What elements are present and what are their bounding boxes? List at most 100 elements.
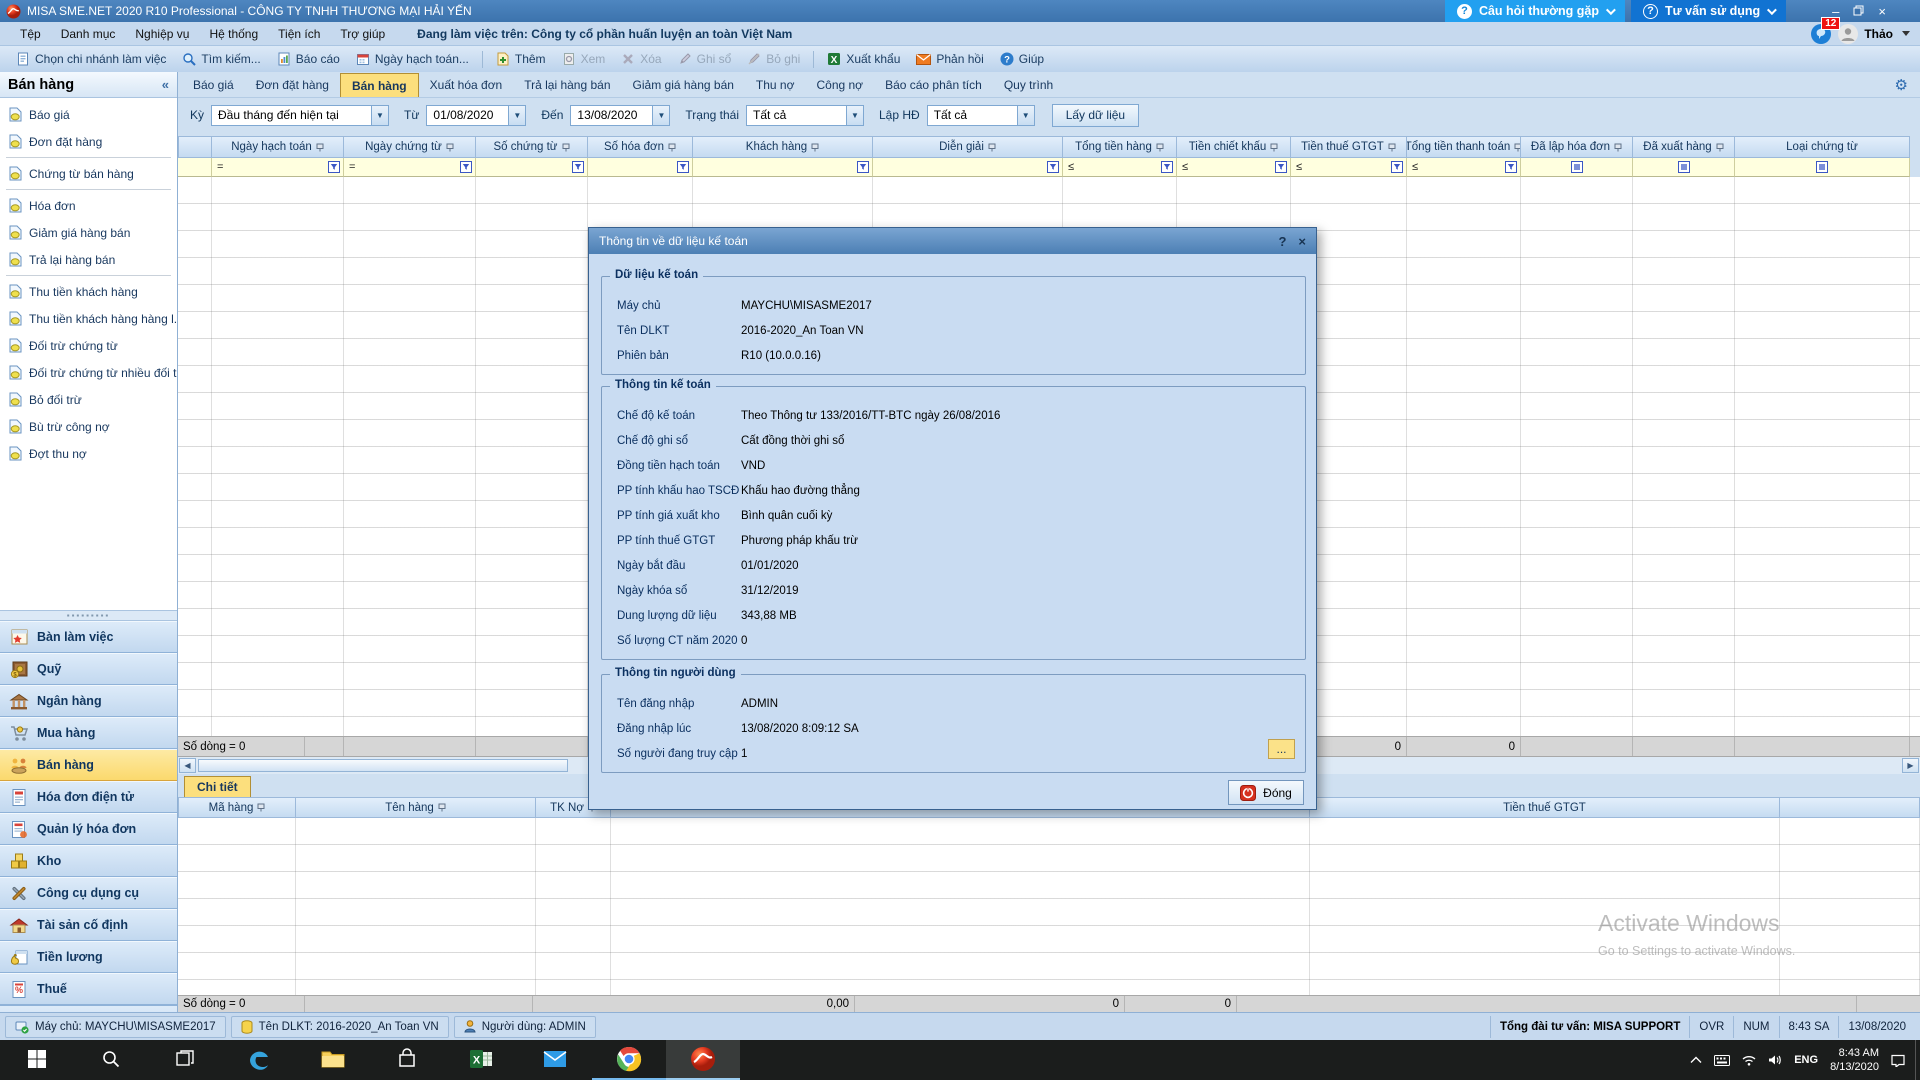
scrollbar-thumb[interactable]: [198, 759, 568, 772]
mail-icon[interactable]: [518, 1040, 592, 1080]
show-desktop-button[interactable]: [1915, 1040, 1920, 1080]
grid-column-header[interactable]: Tiền chiết khấu: [1177, 136, 1291, 158]
grid-filter-cell[interactable]: [588, 158, 693, 177]
faq-button[interactable]: ? Câu hỏi thường gặp: [1445, 0, 1625, 22]
menu-tep[interactable]: Tệp: [10, 24, 51, 44]
tab-8[interactable]: Công nợ: [805, 73, 874, 97]
status-select[interactable]: Tất cả▼: [746, 105, 864, 126]
grid-column-header[interactable]: Ngày hạch toán: [212, 136, 344, 158]
collapse-sidebar-button[interactable]: «: [162, 77, 169, 92]
funnel-icon[interactable]: [1391, 161, 1403, 173]
language-indicator[interactable]: ENG: [1794, 1054, 1818, 1066]
funnel-icon[interactable]: [677, 161, 689, 173]
invoice-select[interactable]: Tất cả▼: [927, 105, 1035, 126]
scroll-right-button[interactable]: ▶: [1902, 758, 1919, 773]
detail-column-header[interactable]: Tiền thuế GTGT: [1310, 797, 1780, 818]
tab-9[interactable]: Báo cáo phân tích: [874, 73, 993, 97]
dropdown-arrow-icon[interactable]: ▼: [508, 106, 525, 125]
sidebar-module-e-invoice[interactable]: Hóa đơn điện tử: [0, 781, 177, 813]
fetch-data-button[interactable]: Lấy dữ liệu: [1052, 104, 1139, 127]
scroll-left-button[interactable]: ◀: [179, 758, 196, 773]
sidebar-module-fixed-asset[interactable]: Tài sản cố định: [0, 909, 177, 941]
tab-10[interactable]: Quy trình: [993, 73, 1064, 97]
network-icon[interactable]: [1742, 1055, 1756, 1066]
file-explorer-icon[interactable]: [296, 1040, 370, 1080]
grid-filter-cell[interactable]: [1521, 158, 1633, 177]
toolbar-button-branch[interactable]: Chọn chi nhánh làm việc: [8, 49, 174, 69]
tab-7[interactable]: Thu nợ: [745, 73, 806, 97]
restore-button[interactable]: [1853, 4, 1864, 19]
detail-column-header[interactable]: Mã hàng: [178, 797, 296, 818]
dialog-help-button[interactable]: ?: [1278, 234, 1286, 249]
tab-chi-tiet[interactable]: Chi tiết: [184, 776, 251, 797]
menu-tien-ich[interactable]: Tiện ích: [268, 24, 330, 44]
sidebar-item[interactable]: Chứng từ bán hàng: [0, 160, 177, 187]
grid-column-header[interactable]: Diễn giải: [873, 136, 1063, 158]
filter-check-icon[interactable]: [1678, 161, 1690, 173]
menu-he-thong[interactable]: Hệ thống: [199, 24, 268, 44]
misa-app-icon[interactable]: [666, 1040, 740, 1080]
sidebar-module-tax[interactable]: %Thuế: [0, 973, 177, 1005]
filter-check-icon[interactable]: [1571, 161, 1583, 173]
tray-expand-icon[interactable]: [1690, 1056, 1702, 1064]
dropdown-arrow-icon[interactable]: ▼: [846, 106, 863, 125]
grid-column-header[interactable]: Số hóa đơn: [588, 136, 693, 158]
grid-filter-cell[interactable]: =: [212, 158, 344, 177]
menu-tro-giup[interactable]: Trợ giúp: [330, 24, 395, 44]
dialog-close-button[interactable]: ×: [1298, 234, 1306, 249]
support-button[interactable]: ? Tư vấn sử dụng: [1631, 0, 1786, 22]
detail-grid-rows-area[interactable]: [178, 818, 1920, 995]
sidebar-item[interactable]: Thu tiền khách hàng: [0, 278, 177, 305]
funnel-icon[interactable]: [1161, 161, 1173, 173]
grid-filter-cell[interactable]: [476, 158, 588, 177]
avatar[interactable]: [1838, 24, 1858, 44]
more-button[interactable]: ...: [1268, 739, 1295, 759]
menu-nghiep-vu[interactable]: Nghiệp vụ: [125, 24, 199, 44]
sidebar-module-warehouse[interactable]: Kho: [0, 845, 177, 877]
sidebar-module-bank[interactable]: Ngân hàng: [0, 685, 177, 717]
sidebar-module-tools[interactable]: Công cụ dụng cụ: [0, 877, 177, 909]
tab-4[interactable]: Xuất hóa đơn: [419, 73, 514, 97]
grid-filter-cell[interactable]: [1735, 158, 1910, 177]
toolbar-button-calendar[interactable]: Ngày hạch toán...: [348, 49, 477, 69]
dropdown-arrow-icon[interactable]: ▼: [652, 106, 669, 125]
toolbar-button-excel[interactable]: XXuất khẩu: [819, 49, 908, 69]
user-menu[interactable]: Thảo: [1864, 27, 1893, 41]
dong-close-button[interactable]: Đóng: [1228, 780, 1304, 805]
sidebar-module-payroll[interactable]: Tiền lương: [0, 941, 177, 973]
sidebar-splitter[interactable]: ▪▪▪▪▪▪▪▪▪: [0, 610, 177, 621]
to-date-input[interactable]: 13/08/2020▼: [570, 105, 670, 126]
gear-icon[interactable]: ⚙: [1895, 76, 1908, 94]
sidebar-module-sales[interactable]: Bán hàng: [0, 749, 177, 781]
grid-column-header[interactable]: Đã xuất hàng: [1633, 136, 1735, 158]
dropdown-arrow-icon[interactable]: ▼: [371, 106, 388, 125]
sidebar-item[interactable]: Đối trừ chứng từ: [0, 332, 177, 359]
tab-1[interactable]: Báo giá: [182, 73, 245, 97]
sidebar-module-invoice-mgmt[interactable]: Quản lý hóa đơn: [0, 813, 177, 845]
sidebar-module-cash-safe[interactable]: $Quỹ: [0, 653, 177, 685]
toolbar-button-feedback[interactable]: Phản hồi: [908, 49, 991, 69]
tab-3[interactable]: Bán hàng: [340, 73, 419, 97]
sidebar-item[interactable]: Đợt thu nợ: [0, 440, 177, 467]
sidebar-item[interactable]: Trả lại hàng bán: [0, 246, 177, 273]
microsoft-store-icon[interactable]: [370, 1040, 444, 1080]
sidebar-module-workspace[interactable]: Bàn làm việc: [0, 621, 177, 653]
grid-column-header[interactable]: Loại chứng từ: [1735, 136, 1910, 158]
speaker-icon[interactable]: [1768, 1054, 1782, 1066]
sidebar-item[interactable]: Hóa đơn: [0, 192, 177, 219]
grid-column-header[interactable]: Tổng tiền hàng: [1063, 136, 1177, 158]
sidebar-item[interactable]: Báo giá: [0, 101, 177, 128]
toolbar-button-report[interactable]: Báo cáo: [269, 49, 348, 69]
tab-5[interactable]: Trả lại hàng bán: [513, 73, 621, 97]
toolbar-button-search[interactable]: Tìm kiếm...: [174, 49, 268, 69]
sidebar-item[interactable]: Bỏ đối trừ: [0, 386, 177, 413]
notification-bubble-icon[interactable]: 12: [1810, 23, 1832, 45]
sidebar-item[interactable]: Giảm giá hàng bán: [0, 219, 177, 246]
close-button[interactable]: ×: [1878, 4, 1886, 19]
grid-column-header[interactable]: Khách hàng: [693, 136, 873, 158]
period-select[interactable]: Đầu tháng đến hiện tại▼: [211, 105, 389, 126]
action-center-icon[interactable]: [1891, 1054, 1905, 1067]
sidebar-item[interactable]: Đối trừ chứng từ nhiều đối t...: [0, 359, 177, 386]
excel-icon[interactable]: X: [444, 1040, 518, 1080]
sidebar-item[interactable]: Đơn đặt hàng: [0, 128, 177, 155]
